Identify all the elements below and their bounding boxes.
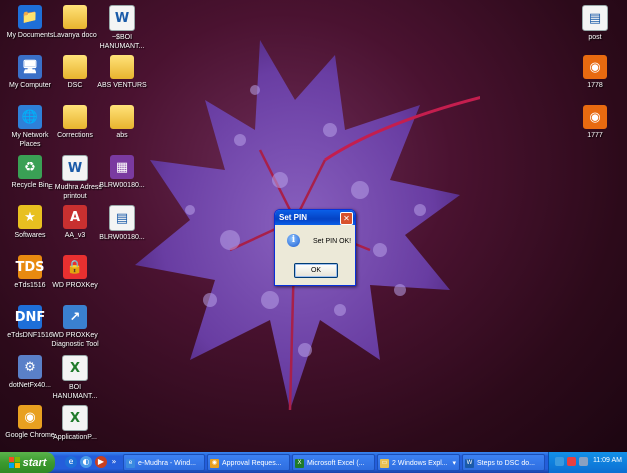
desktop-icon[interactable]: ↗ WD PROXKey Diagnostic Tool	[47, 305, 103, 349]
file-icon: ↗	[63, 305, 87, 329]
taskbar-window-button[interactable]: e e-Mudhra - Wind...	[123, 454, 205, 471]
display-icon[interactable]	[579, 457, 588, 466]
file-icon: TDS	[15, 255, 45, 279]
folder-icon	[63, 5, 87, 29]
windows-logo-icon	[8, 457, 20, 468]
desktop-icon-label: ~$BOI HANUMANT...	[99, 34, 145, 50]
desktop-icon[interactable]: ▤ post	[567, 5, 623, 42]
window-app-icon: X	[295, 458, 304, 468]
taskbar-button-label: Approval Reques...	[222, 460, 282, 467]
desktop-icon-label: ApplicationP...	[53, 434, 97, 441]
file-icon: ◉	[18, 405, 42, 429]
desktop-icon[interactable]: 🔒 WD PROXKey	[47, 255, 103, 290]
file-icon: ★	[18, 205, 42, 229]
desktop-icon-label: WD PROXKey Diagnostic Tool	[51, 332, 99, 348]
close-icon[interactable]: ✕	[340, 212, 353, 225]
antivirus-icon[interactable]	[567, 457, 576, 466]
desktop-icon[interactable]: ◉ 1777	[567, 105, 623, 140]
dialog-message: Set PIN OK!	[313, 238, 352, 245]
file-icon: A	[63, 205, 87, 229]
media-player-icon[interactable]: ▶	[95, 456, 107, 468]
taskbar-button-label: Microsoft Excel (...	[307, 460, 365, 467]
file-icon: ⚙	[18, 355, 42, 379]
desktop-icon[interactable]: ▤ BLRW00180...	[94, 205, 150, 242]
taskbar: start e ◐ ▶ » e e-Mudhra - Wind... ◉ Approv…	[0, 452, 627, 473]
file-icon: ▦	[110, 155, 134, 179]
desktop-icon[interactable]: abs	[94, 105, 150, 140]
window-app-icon: W	[465, 458, 474, 468]
taskbar-button-label: 2 Windows Expl...	[392, 460, 448, 467]
file-icon: X	[62, 405, 88, 431]
network-icon[interactable]	[555, 457, 564, 466]
file-icon: ◉	[583, 105, 607, 129]
folder-icon	[63, 55, 87, 79]
window-app-icon: e	[126, 458, 135, 468]
folder-icon	[63, 105, 87, 129]
desktop-icon-label: BLRW00180...	[99, 182, 145, 189]
desktop-icon-label: WD PROXKey	[52, 282, 98, 289]
desktop-icon-label: abs	[116, 132, 128, 139]
folder-icon	[110, 105, 134, 129]
system-tray: 11:09 AM	[548, 452, 627, 473]
quicklaunch-more-icon[interactable]: »	[108, 456, 120, 468]
file-icon: ◉	[583, 55, 607, 79]
file-icon: DNF	[15, 305, 45, 329]
file-icon: X	[62, 355, 88, 381]
taskbar-button-label: e-Mudhra - Wind...	[138, 460, 196, 467]
dialog-title-bar[interactable]: Set PIN ✕	[275, 210, 355, 225]
window-app-icon: ◉	[210, 458, 219, 468]
folder-icon	[110, 55, 134, 79]
file-icon: W	[62, 155, 88, 181]
ie-quicklaunch-icon[interactable]: e	[65, 456, 77, 468]
file-icon: 🌐	[18, 105, 42, 129]
desktop-icon-label: BLRW00180...	[99, 234, 145, 241]
clock: 11:09 AM	[592, 457, 622, 464]
file-icon: 🔒	[63, 255, 87, 279]
start-button[interactable]: start	[0, 452, 55, 473]
start-label: start	[22, 456, 47, 469]
taskbar-window-button[interactable]: ▭ 2 Windows Expl... ▾	[377, 454, 460, 471]
taskbar-window-button[interactable]: W Steps to DSC do...	[462, 454, 545, 471]
desktop-icon[interactable]: X BOI HANUMANT...	[47, 355, 103, 401]
desktop-icon-label: post	[588, 34, 602, 41]
window-app-icon: ▭	[380, 458, 389, 468]
desktop-icon-label: BOI HANUMANT...	[52, 384, 98, 400]
file-icon: ♻	[18, 155, 42, 179]
ok-button[interactable]: OK	[294, 263, 338, 278]
file-icon: ▤	[582, 5, 608, 31]
file-icon: 📁	[18, 5, 42, 29]
set-pin-dialog: Set PIN ✕ i Set PIN OK! OK	[274, 209, 356, 286]
dialog-title: Set PIN	[279, 213, 308, 222]
desktop-icon-label: 1777	[587, 132, 603, 139]
desktop-icon[interactable]: ▦ BLRW00180...	[94, 155, 150, 190]
taskbar-button-label: Steps to DSC do...	[477, 460, 535, 467]
desktop-icon-label: 1778	[587, 82, 603, 89]
info-icon: i	[287, 234, 300, 247]
file-icon: 🖥	[18, 55, 42, 79]
desktop-icon-label: ABS VENTURS	[97, 82, 147, 89]
taskbar-window-button[interactable]: X Microsoft Excel (...	[292, 454, 375, 471]
taskbar-window-button[interactable]: ◉ Approval Reques...	[207, 454, 290, 471]
show-desktop-icon[interactable]: ◐	[80, 456, 92, 468]
desktop-icon[interactable]: ◉ 1778	[567, 55, 623, 90]
file-icon: W	[109, 5, 135, 31]
file-icon: ▤	[109, 205, 135, 231]
chevron-down-icon[interactable]: ▾	[452, 455, 456, 470]
desktop-icon[interactable]: W ~$BOI HANUMANT...	[94, 5, 150, 51]
desktop-icon[interactable]: X ApplicationP...	[47, 405, 103, 442]
desktop-icon[interactable]: ABS VENTURS	[94, 55, 150, 90]
